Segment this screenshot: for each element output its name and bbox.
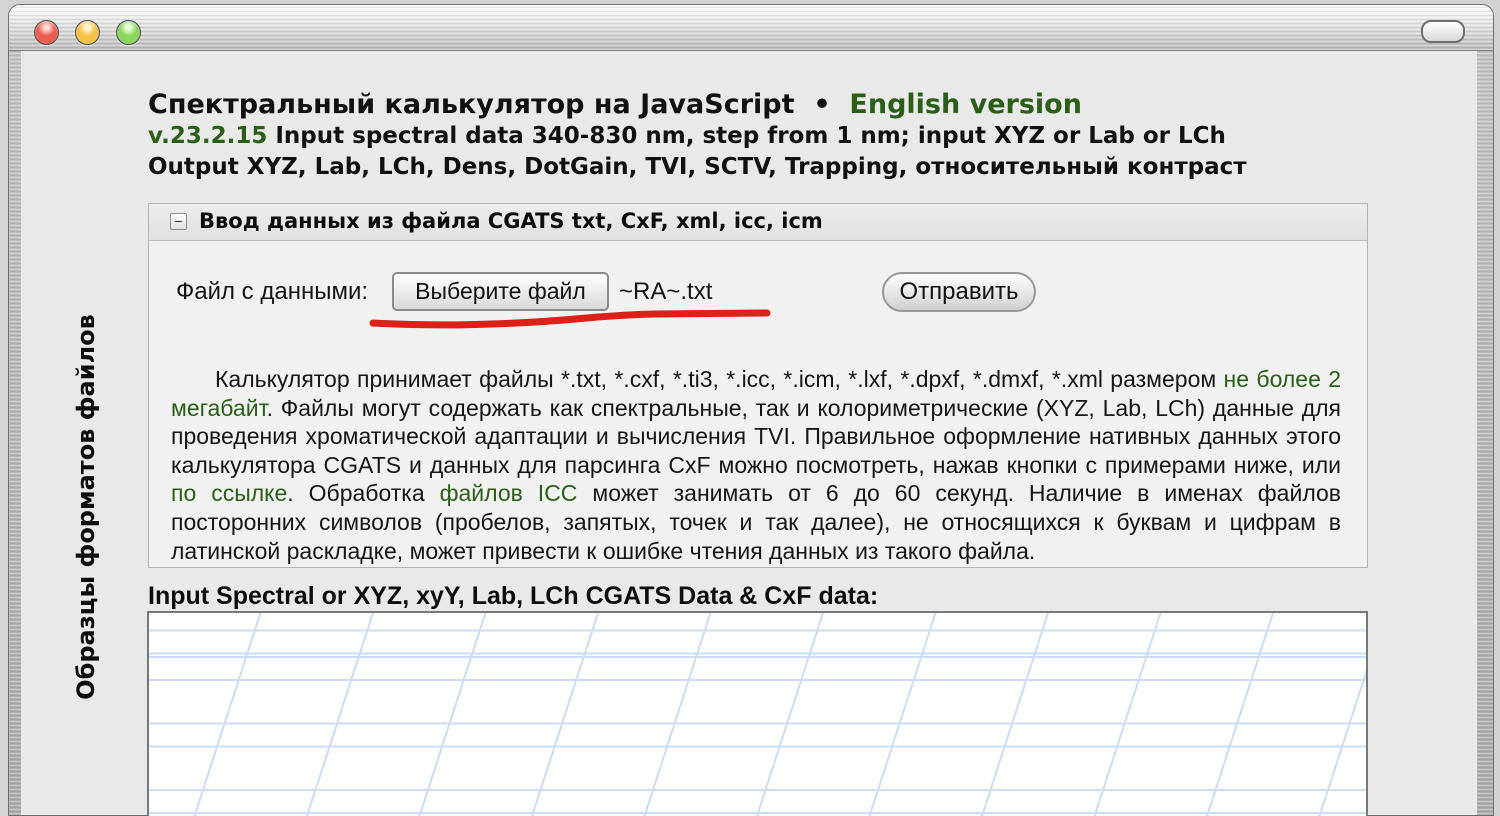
panel-title: Ввод данных из файла CGATS txt, CxF, xml… [199, 209, 823, 233]
subtitle-line2: Output XYZ, Lab, LCh, Dens, DotGain, TVI… [148, 154, 1247, 180]
panel-header[interactable]: − Ввод данных из файла CGATS txt, CxF, x… [149, 204, 1367, 241]
subtitle-line1: v.23.2.15 Input spectral data 340-830 nm… [148, 121, 1388, 152]
desc-part1: Калькулятор принимает файлы *.txt, *.cxf… [215, 366, 1224, 392]
panel-description: Калькулятор принимает файлы *.txt, *.cxf… [171, 365, 1341, 565]
page-header: Спектральный калькулятор на JavaScript •… [148, 88, 1388, 183]
page-title: Спектральный калькулятор на JavaScript [148, 89, 795, 120]
icc-files-link[interactable]: файлов ICC [440, 480, 578, 506]
by-link-link[interactable]: по ссылке [171, 480, 287, 506]
version-label: v.23.2.15 [148, 123, 268, 149]
desc-part2: . Файлы могут содержать как спектральные… [171, 394, 1341, 478]
file-input-panel: − Ввод данных из файла CGATS txt, CxF, x… [148, 203, 1368, 568]
cgats-data-textarea[interactable] [147, 611, 1368, 816]
choose-file-button[interactable]: Выберите файл [392, 272, 609, 311]
submit-button[interactable]: Отправить [882, 272, 1036, 312]
english-version-link[interactable]: English version [849, 89, 1082, 120]
screenshot-root: Образцы форматов файлов Спектральный кал… [0, 0, 1500, 816]
collapse-icon[interactable]: − [170, 213, 187, 230]
bullet-separator: • [813, 89, 831, 120]
vertical-section-label: Образцы форматов файлов [72, 314, 100, 700]
input-data-heading: Input Spectral or XYZ, xyY, Lab, LCh CGA… [148, 582, 879, 610]
selected-filename: ~RA~.txt [619, 278, 713, 305]
file-input-label: Файл с данными: [176, 278, 369, 305]
page-title-line: Спектральный калькулятор на JavaScript •… [148, 88, 1388, 121]
subtitle-line1-text: Input spectral data 340-830 nm, step fro… [267, 123, 1226, 149]
desc-part3: . Обработка [287, 480, 440, 507]
